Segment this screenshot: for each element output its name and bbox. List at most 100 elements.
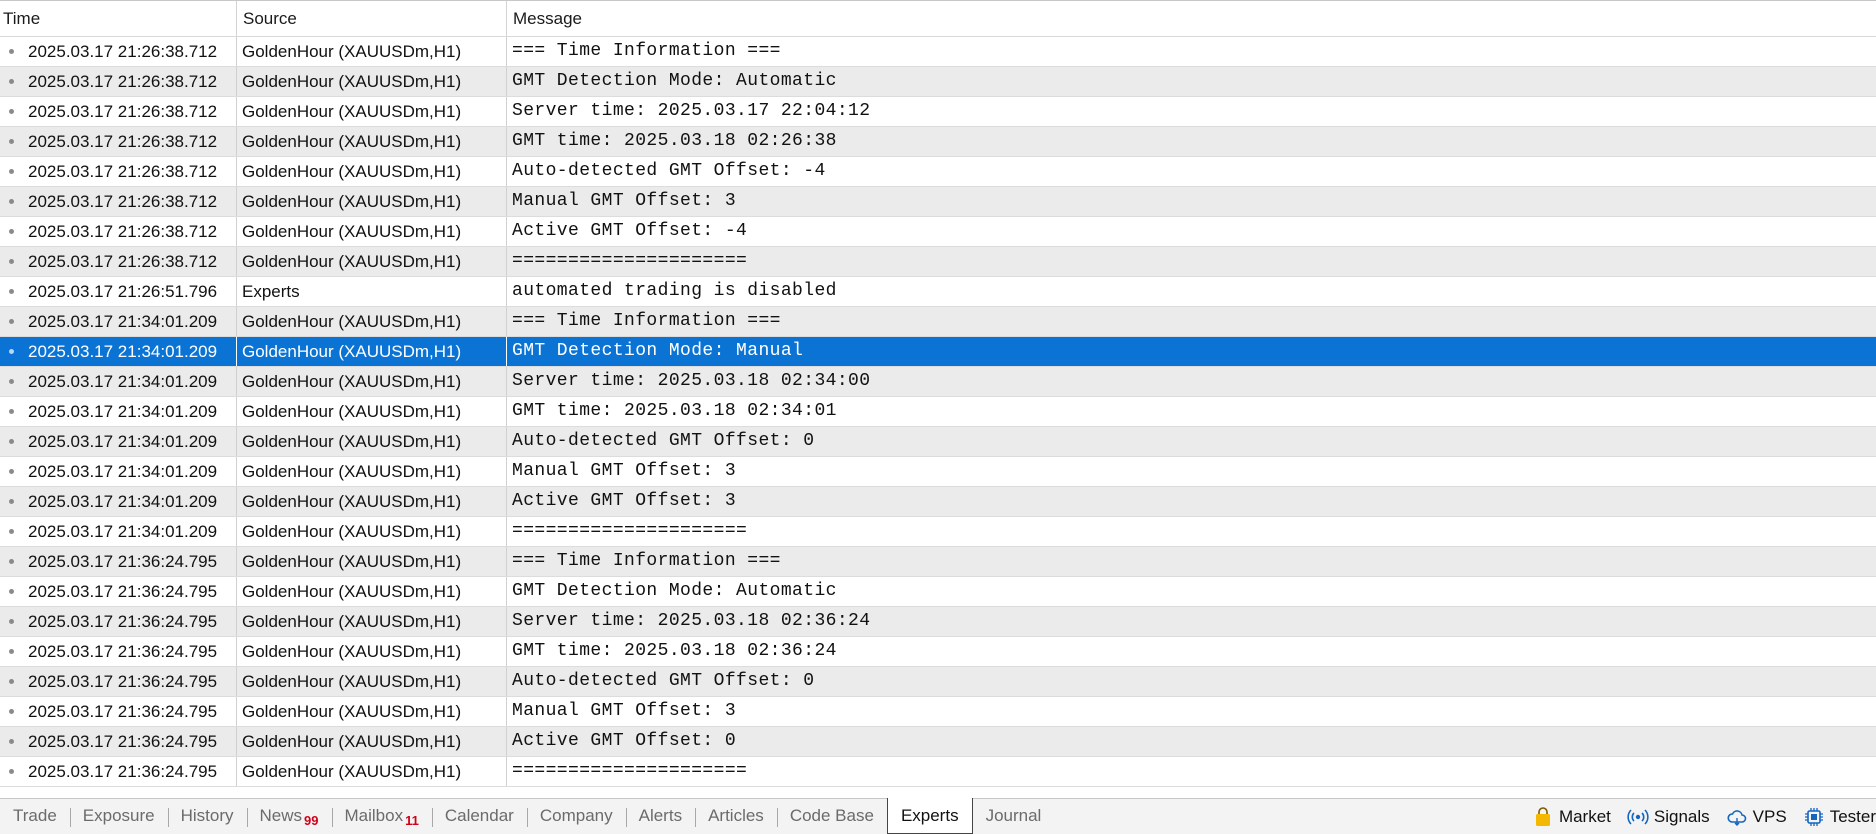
row-bullet-icon: [9, 109, 14, 114]
market-button[interactable]: Market: [1532, 806, 1611, 828]
log-row[interactable]: 2025.03.17 21:26:38.712 GoldenHour (XAUUS…: [0, 187, 1876, 217]
log-row[interactable]: 2025.03.17 21:26:38.712 GoldenHour (XAUUS…: [0, 67, 1876, 97]
log-time: 2025.03.17 21:34:01.209: [28, 372, 218, 391]
cell-divider: [236, 67, 237, 96]
cell-divider: [236, 337, 237, 366]
log-row[interactable]: 2025.03.17 21:36:24.795 GoldenHour (XAUUS…: [0, 547, 1876, 577]
log-source: GoldenHour (XAUUSDm,H1): [242, 312, 462, 331]
log-row[interactable]: 2025.03.17 21:34:01.209 GoldenHour (XAUUS…: [0, 337, 1876, 367]
cell-divider: [506, 607, 507, 636]
log-source: GoldenHour (XAUUSDm,H1): [242, 762, 462, 781]
log-time: 2025.03.17 21:36:24.795: [28, 732, 218, 751]
log-row[interactable]: 2025.03.17 21:34:01.209 GoldenHour (XAUUS…: [0, 367, 1876, 397]
row-bullet-icon: [9, 709, 14, 714]
cell-divider: [236, 697, 237, 726]
tab-alerts[interactable]: Alerts: [625, 799, 695, 834]
log-message: automated trading is disabled: [512, 281, 837, 301]
log-row[interactable]: 2025.03.17 21:36:24.795 GoldenHour (XAUUS…: [0, 667, 1876, 697]
log-row[interactable]: 2025.03.17 21:34:01.209 GoldenHour (XAUUS…: [0, 487, 1876, 517]
log-row[interactable]: 2025.03.17 21:34:01.209 GoldenHour (XAUUS…: [0, 397, 1876, 427]
log-source: GoldenHour (XAUUSDm,H1): [242, 552, 462, 571]
row-bullet-icon: [9, 649, 14, 654]
column-divider[interactable]: [236, 1, 237, 36]
tab-experts[interactable]: Experts: [886, 798, 973, 834]
cell-divider: [236, 367, 237, 396]
log-time: 2025.03.17 21:26:38.712: [28, 252, 218, 271]
cell-divider: [236, 607, 237, 636]
log-time: 2025.03.17 21:36:24.795: [28, 552, 218, 571]
log-time: 2025.03.17 21:34:01.209: [28, 402, 218, 421]
log-row[interactable]: 2025.03.17 21:26:51.796 Experts automated …: [0, 277, 1876, 307]
log-time: 2025.03.17 21:34:01.209: [28, 492, 218, 511]
log-row[interactable]: 2025.03.17 21:36:24.795 GoldenHour (XAUUS…: [0, 697, 1876, 727]
log-source: GoldenHour (XAUUSDm,H1): [242, 162, 462, 181]
log-row[interactable]: 2025.03.17 21:36:24.795 GoldenHour (XAUUS…: [0, 577, 1876, 607]
tab-exposure[interactable]: Exposure: [69, 799, 168, 834]
tab-journal[interactable]: Journal: [973, 799, 1055, 834]
row-bullet-icon: [9, 259, 14, 264]
log-row[interactable]: 2025.03.17 21:36:24.795 GoldenHour (XAUUS…: [0, 607, 1876, 637]
log-row[interactable]: 2025.03.17 21:26:38.712 GoldenHour (XAUUS…: [0, 37, 1876, 67]
log-rows: 2025.03.17 21:26:38.712 GoldenHour (XAUUS…: [0, 37, 1876, 787]
row-bullet-icon: [9, 229, 14, 234]
unread-count-badge: 99: [304, 813, 319, 828]
tester-button[interactable]: Tester: [1803, 806, 1876, 828]
cell-divider: [236, 277, 237, 306]
log-source: GoldenHour (XAUUSDm,H1): [242, 642, 462, 661]
log-row[interactable]: 2025.03.17 21:34:01.209 GoldenHour (XAUUS…: [0, 427, 1876, 457]
cell-divider: [506, 37, 507, 66]
log-message: GMT time: 2025.03.18 02:36:24: [512, 641, 837, 661]
tab-code-base[interactable]: Code Base: [776, 799, 887, 834]
vps-button[interactable]: VPS: [1726, 806, 1787, 828]
log-source: GoldenHour (XAUUSDm,H1): [242, 582, 462, 601]
log-row[interactable]: 2025.03.17 21:26:38.712 GoldenHour (XAUUS…: [0, 127, 1876, 157]
log-row[interactable]: 2025.03.17 21:26:38.712 GoldenHour (XAUUS…: [0, 217, 1876, 247]
column-header-source[interactable]: Source: [240, 1, 506, 37]
tab-calendar[interactable]: Calendar: [431, 799, 527, 834]
bottom-tab-bar: Trade Exposure History News 99 Mailbox 11 Calen…: [0, 798, 1876, 834]
market-label: Market: [1558, 806, 1611, 826]
tab-history[interactable]: History: [167, 799, 247, 834]
signals-button[interactable]: Signals: [1627, 806, 1710, 828]
row-bullet-icon: [9, 379, 14, 384]
tab-label: News: [259, 806, 303, 825]
log-source: GoldenHour (XAUUSDm,H1): [242, 402, 462, 421]
log-source: GoldenHour (XAUUSDm,H1): [242, 222, 462, 241]
log-time: 2025.03.17 21:26:51.796: [28, 282, 218, 301]
cell-divider: [506, 217, 507, 246]
column-divider[interactable]: [506, 1, 507, 36]
log-time: 2025.03.17 21:36:24.795: [28, 582, 218, 601]
log-time: 2025.03.17 21:36:24.795: [28, 612, 218, 631]
cell-divider: [506, 577, 507, 606]
log-row[interactable]: 2025.03.17 21:36:24.795 GoldenHour (XAUUS…: [0, 757, 1876, 787]
log-row[interactable]: 2025.03.17 21:34:01.209 GoldenHour (XAUUS…: [0, 307, 1876, 337]
log-row[interactable]: 2025.03.17 21:26:38.712 GoldenHour (XAUUS…: [0, 247, 1876, 277]
cell-divider: [506, 667, 507, 696]
tab-mailbox[interactable]: Mailbox 11: [331, 799, 432, 834]
log-row[interactable]: 2025.03.17 21:26:38.712 GoldenHour (XAUUS…: [0, 97, 1876, 127]
cell-divider: [506, 97, 507, 126]
log-row[interactable]: 2025.03.17 21:34:01.209 GoldenHour (XAUUS…: [0, 457, 1876, 487]
log-row[interactable]: 2025.03.17 21:36:24.795 GoldenHour (XAUUS…: [0, 637, 1876, 667]
log-source: GoldenHour (XAUUSDm,H1): [242, 432, 462, 451]
column-header-message[interactable]: Message: [510, 1, 1870, 37]
row-bullet-icon: [9, 439, 14, 444]
tab-company[interactable]: Company: [526, 799, 626, 834]
log-message: GMT time: 2025.03.18 02:34:01: [512, 401, 837, 421]
cell-divider: [236, 187, 237, 216]
tab-news[interactable]: News 99: [246, 799, 332, 834]
unread-count-badge: 11: [405, 813, 419, 828]
tab-trade[interactable]: Trade: [0, 799, 70, 834]
log-row[interactable]: 2025.03.17 21:26:38.712 GoldenHour (XAUUS…: [0, 157, 1876, 187]
log-message: Active GMT Offset: -4: [512, 221, 748, 241]
row-bullet-icon: [9, 199, 14, 204]
tab-articles[interactable]: Articles: [695, 799, 777, 834]
log-row[interactable]: 2025.03.17 21:34:01.209 GoldenHour (XAUUS…: [0, 517, 1876, 547]
log-message: === Time Information ===: [512, 551, 781, 571]
log-time: 2025.03.17 21:36:24.795: [28, 672, 218, 691]
cell-divider: [236, 307, 237, 336]
log-message: =====================: [512, 761, 748, 781]
log-row[interactable]: 2025.03.17 21:36:24.795 GoldenHour (XAUUS…: [0, 727, 1876, 757]
cell-divider: [236, 577, 237, 606]
column-header-time[interactable]: Time: [0, 1, 236, 37]
